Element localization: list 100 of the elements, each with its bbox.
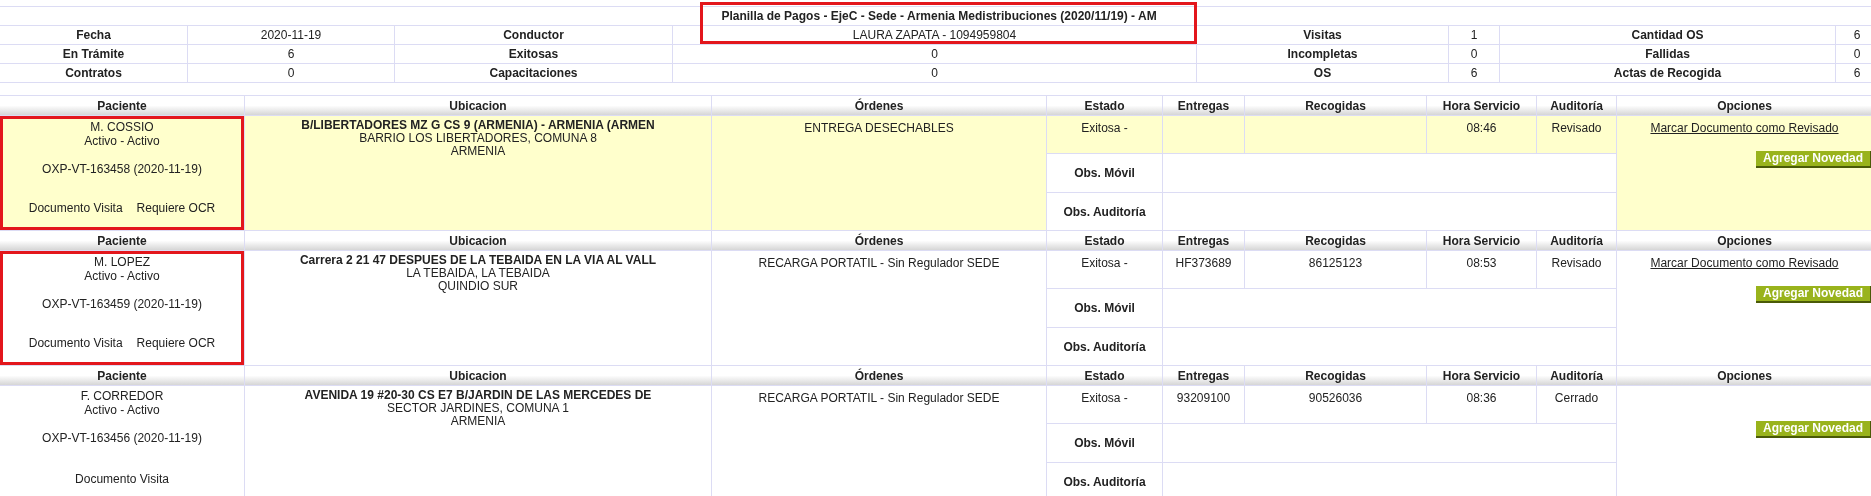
field-label: Capacitaciones [395, 64, 672, 82]
field-value: 6 [1449, 64, 1499, 82]
column-header: Auditoría [1537, 366, 1616, 385]
field-label: Incompletas [1197, 45, 1448, 63]
field-label: Fallidas [1500, 45, 1835, 63]
column-header: Órdenes [712, 231, 1046, 250]
field-label: En Trámite [0, 45, 187, 63]
table-cell: 08:46 [1427, 116, 1536, 153]
address-line: LA TEBAIDA, LA TEBAIDA [406, 267, 550, 280]
mark-reviewed-link[interactable]: Marcar Documento como Revisado [1650, 256, 1839, 270]
table-cell: RECARGA PORTATIL - Sin Regulador SEDE [712, 251, 1046, 365]
mark-reviewed-link[interactable]: Marcar Documento como Revisado [1650, 121, 1839, 135]
column-header: Estado [1047, 366, 1162, 385]
field-label: OS [1197, 64, 1448, 82]
field-value: 6 [1836, 26, 1871, 44]
table-cell: RECARGA PORTATIL - Sin Regulador SEDE [712, 386, 1046, 496]
table-cell: HF373689 [1163, 251, 1244, 288]
column-header: Ubicacion [245, 96, 711, 115]
column-header: Opciones [1617, 96, 1871, 115]
document-label: Requiere OCR [136, 336, 216, 350]
patient-name: M. COSSIO [90, 120, 154, 134]
column-header: Hora Servicio [1427, 96, 1536, 115]
field-label: Visitas [1197, 26, 1448, 44]
address-line: ARMENIA [450, 415, 506, 428]
field-value: 1 [1449, 26, 1499, 44]
visit-code: OXP-VT-163456 (2020-11-19) [42, 431, 202, 445]
column-header: Recogidas [1245, 231, 1426, 250]
column-header: Estado [1047, 231, 1162, 250]
table-cell: Exitosa - [1047, 251, 1162, 288]
column-header: Recogidas [1245, 366, 1426, 385]
visit-code: OXP-VT-163458 (2020-11-19) [42, 162, 202, 176]
column-header: Hora Servicio [1427, 231, 1536, 250]
column-header: Ubicacion [245, 231, 711, 250]
observation-label: Obs. Auditoría [1047, 193, 1162, 230]
column-header: Opciones [1617, 366, 1871, 385]
field-value: 0 [673, 45, 1196, 63]
address-line: BARRIO LOS LIBERTADORES, COMUNA 8 [359, 132, 597, 145]
column-header: Opciones [1617, 231, 1871, 250]
address-line: AVENIDA 19 #20-30 CS E7 B/JARDIN DE LAS MERCEDES DE [304, 389, 652, 402]
table-cell: 93209100 [1163, 386, 1244, 423]
table-cell: Revisado [1537, 116, 1616, 153]
observation-label: Obs. Auditoría [1047, 328, 1162, 365]
observation-label: Obs. Auditoría [1047, 463, 1162, 496]
field-label: Exitosas [395, 45, 672, 63]
patient-name: F. CORREDOR [80, 389, 164, 403]
patient-name: M. LOPEZ [94, 255, 150, 269]
document-label: Documento Visita [75, 472, 169, 486]
field-value: 6 [188, 45, 394, 63]
add-novelty-button[interactable]: Agregar Novedad [1755, 286, 1871, 303]
table-cell: 08:53 [1427, 251, 1536, 288]
column-header: Auditoría [1537, 231, 1616, 250]
document-label: Documento Visita [28, 336, 123, 350]
patient-status: Activo - Activo [84, 403, 160, 417]
field-label: Actas de Recogida [1500, 64, 1835, 82]
column-header: Paciente [0, 96, 244, 115]
table-cell: 90526036 [1245, 386, 1426, 423]
table-cell: Exitosa - [1047, 386, 1162, 423]
table-cell: Cerrado [1537, 386, 1616, 423]
table-cell: Revisado [1537, 251, 1616, 288]
table-cell: Exitosa - [1047, 116, 1162, 153]
field-value: 0 [188, 64, 394, 82]
add-novelty-button[interactable]: Agregar Novedad [1755, 421, 1871, 438]
table-cell: 86125123 [1245, 251, 1426, 288]
column-header: Recogidas [1245, 96, 1426, 115]
table-cell: 08:36 [1427, 386, 1536, 423]
observation-label: Obs. Móvil [1047, 154, 1162, 192]
patient-status: Activo - Activo [84, 269, 160, 283]
address-line: B/LIBERTADORES MZ G CS 9 (ARMENIA) - ARMENIA (ARMEN [301, 119, 655, 132]
visit-code: OXP-VT-163459 (2020-11-19) [42, 297, 202, 311]
address-line: Carrera 2 21 47 DESPUES DE LA TEBAIDA EN LA VIA AL VALL [299, 254, 657, 267]
column-header: Estado [1047, 96, 1162, 115]
column-header: Órdenes [712, 96, 1046, 115]
add-novelty-button[interactable]: Agregar Novedad [1755, 151, 1871, 168]
field-value: 6 [1836, 64, 1871, 82]
field-value: 2020-11-19 [188, 26, 394, 44]
field-label: Cantidad OS [1500, 26, 1835, 44]
column-header: Entregas [1163, 231, 1244, 250]
column-header: Entregas [1163, 366, 1244, 385]
column-header: Entregas [1163, 96, 1244, 115]
observation-label: Obs. Móvil [1047, 424, 1162, 462]
document-label: Documento Visita [28, 201, 123, 215]
field-label: Conductor [395, 26, 672, 44]
observation-label: Obs. Móvil [1047, 289, 1162, 327]
column-header: Órdenes [712, 366, 1046, 385]
column-header: Ubicacion [245, 366, 711, 385]
document-label: Requiere OCR [136, 201, 216, 215]
patient-status: Activo - Activo [84, 134, 160, 148]
table-cell: ENTREGA DESECHABLES [712, 116, 1046, 230]
field-label: Contratos [0, 64, 187, 82]
report-title: Planilla de Pagos - EjeC - Sede - Armenia Medistribuciones (2020/11/19) - AM [0, 7, 1871, 25]
address-line: ARMENIA [450, 145, 506, 158]
field-value: 0 [673, 64, 1196, 82]
column-header: Hora Servicio [1427, 366, 1536, 385]
column-header: Auditoría [1537, 96, 1616, 115]
address-line: SECTOR JARDINES, COMUNA 1 [387, 402, 569, 415]
column-header: Paciente [0, 366, 244, 385]
field-value: 0 [1836, 45, 1871, 63]
column-header: Paciente [0, 231, 244, 250]
field-label: Fecha [0, 26, 187, 44]
address-line: QUINDIO SUR [438, 280, 518, 293]
